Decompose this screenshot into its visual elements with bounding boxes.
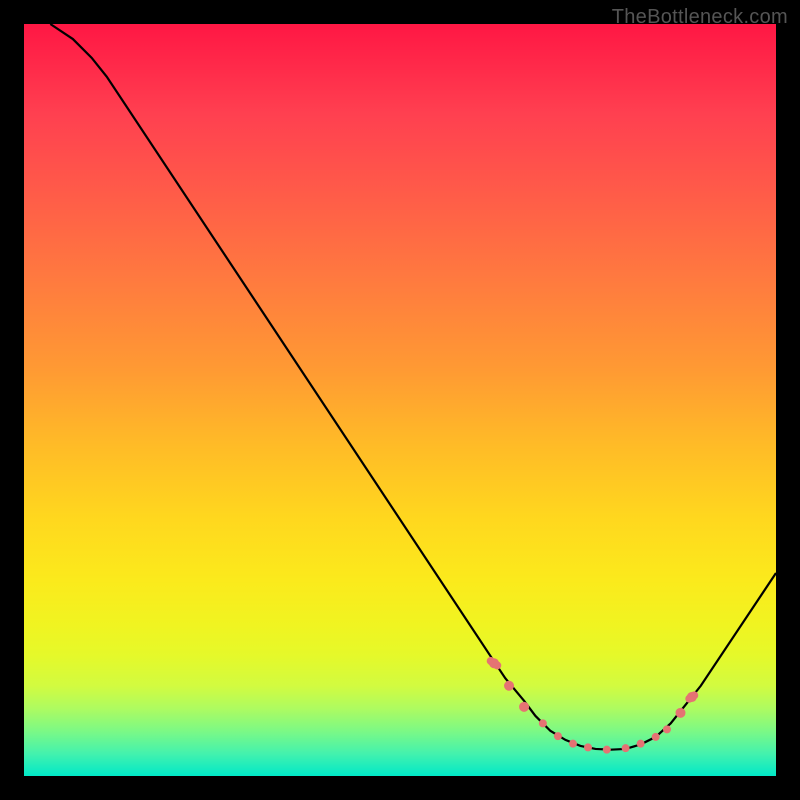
chart-marker [603,746,611,754]
bottleneck-curve [50,24,776,750]
chart-marker [569,740,577,748]
chart-marker [519,702,529,712]
chart-marker [637,740,645,748]
chart-marker [622,744,630,752]
chart-marker [687,692,697,702]
chart-marker [584,743,592,751]
chart-marker [489,658,499,668]
chart-marker [652,733,660,741]
chart-marker [554,732,562,740]
marker-caps-group [485,655,700,704]
chart-container: TheBottleneck.com [0,0,800,800]
chart-svg [24,24,776,776]
chart-marker [539,719,547,727]
chart-marker [663,725,671,733]
chart-marker [676,708,686,718]
plot-area [24,24,776,776]
chart-marker [504,681,514,691]
markers-group [489,658,697,753]
watermark-text: TheBottleneck.com [612,6,788,29]
